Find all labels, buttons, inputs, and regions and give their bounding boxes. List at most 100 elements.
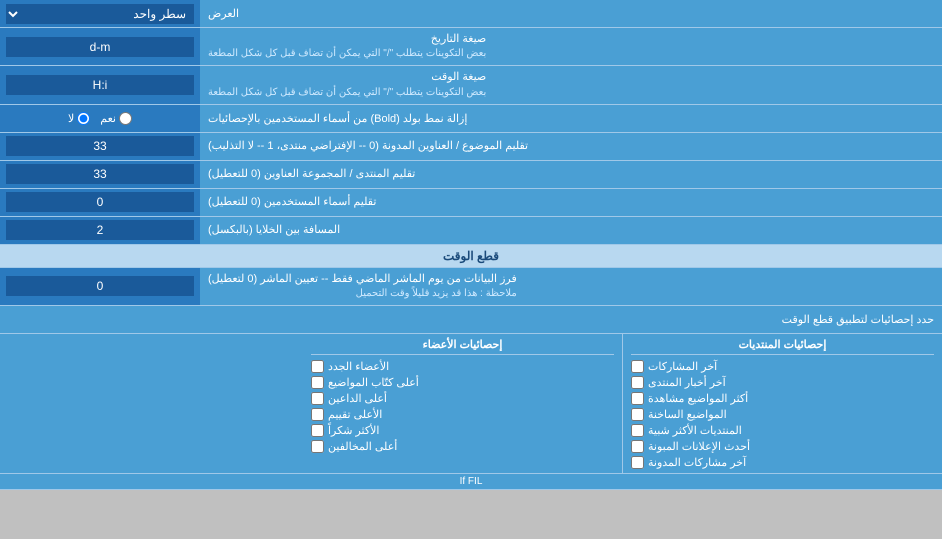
limit-label-text: حدد إحصائيات لتطبيق قطع الوقت xyxy=(782,314,934,326)
filter-note-text: If FIL xyxy=(460,476,483,487)
forum-align-input[interactable] xyxy=(6,164,194,184)
time-format-row: صيغة الوقت بعض التكوينات يتطلب "/" التي … xyxy=(0,66,942,104)
cell-spacing-title: المسافة بين الخلايا (بالبكسل) xyxy=(208,223,340,238)
checkbox-top-rated[interactable] xyxy=(311,408,324,421)
checkbox-new-members[interactable] xyxy=(311,360,324,373)
empty-right xyxy=(0,334,303,473)
filter-note: If FIL xyxy=(0,474,942,490)
checkbox-item-top-writers: أعلى كتّاب المواضيع xyxy=(311,376,614,389)
checkboxes-grid: إحصائيات المنتديات آخر المشاركات آخر أخب… xyxy=(0,334,942,474)
bold-remove-label: إزالة نمط بولد (Bold) من أسماء المستخدمي… xyxy=(200,105,942,132)
bold-remove-input: نعم لا xyxy=(0,105,200,132)
time-format-input-container xyxy=(0,66,200,103)
usernames-align-title: تقليم أسماء المستخدمين (0 للتعطيل) xyxy=(208,195,376,210)
checkbox-label-most-viewed: أكثر المواضيع مشاهدة xyxy=(648,392,748,405)
usernames-align-input-container xyxy=(0,189,200,216)
time-cut-input-container xyxy=(0,268,200,305)
forum-align-input-container xyxy=(0,161,200,188)
limit-label: حدد إحصائيات لتطبيق قطع الوقت xyxy=(0,309,942,330)
forum-align-row: تقليم المنتدى / المجموعة العناوين (0 للت… xyxy=(0,161,942,189)
time-cut-label: فرز البيانات من يوم الماشر الماضي فقط --… xyxy=(200,268,942,305)
usernames-align-label: تقليم أسماء المستخدمين (0 للتعطيل) xyxy=(200,189,942,216)
checkbox-label-most-similar: المنتديات الأكثر شبية xyxy=(648,424,742,437)
forum-stats-header: إحصائيات المنتديات xyxy=(631,338,934,355)
checkbox-label-hot-topics: المواضيع الساخنة xyxy=(648,408,727,421)
member-stats-col: إحصائيات الأعضاء الأعضاء الجدد أعلى كتّا… xyxy=(303,334,623,473)
member-stats-header: إحصائيات الأعضاء xyxy=(311,338,614,355)
bold-remove-title: إزالة نمط بولد (Bold) من أسماء المستخدمي… xyxy=(208,112,467,125)
subject-align-input[interactable] xyxy=(6,136,194,156)
time-cut-section-header: قطع الوقت xyxy=(0,245,942,268)
checkbox-blog-posts[interactable] xyxy=(631,456,644,469)
subject-align-label: تقليم الموضوع / العناوين المدونة (0 -- ا… xyxy=(200,133,942,160)
checkbox-top-inviters[interactable] xyxy=(311,392,324,405)
cell-spacing-label: المسافة بين الخلايا (بالبكسل) xyxy=(200,217,942,244)
checkbox-item-top-violators: أعلى المخالفين xyxy=(311,440,614,453)
display-header-row: العرض سطر واحد سطرين ثلاثة أسطر xyxy=(0,0,942,28)
display-label: العرض xyxy=(200,0,942,27)
bold-yes-text: نعم xyxy=(100,112,116,125)
time-cut-row-sublabel: ملاحظة : هذا قد يزيد قليلاً وقت التحميل xyxy=(208,287,517,301)
subject-align-title: تقليم الموضوع / العناوين المدونة (0 -- ا… xyxy=(208,139,528,154)
checkbox-most-similar[interactable] xyxy=(631,424,644,437)
checkbox-item-top-rated: الأعلى تقييم xyxy=(311,408,614,421)
date-format-sublabel: بعض التكوينات يتطلب "/" التي يمكن أن تضا… xyxy=(208,47,486,61)
checkbox-item-last-posts: آخر المشاركات xyxy=(631,360,934,373)
cell-spacing-input-container xyxy=(0,217,200,244)
usernames-align-input[interactable] xyxy=(6,192,194,212)
usernames-align-row: تقليم أسماء المستخدمين (0 للتعطيل) xyxy=(0,189,942,217)
bold-no-radio[interactable] xyxy=(77,112,90,125)
checkbox-label-forum-news: آخر أخبار المنتدى xyxy=(648,376,726,389)
checkbox-item-most-viewed: أكثر المواضيع مشاهدة xyxy=(631,392,934,405)
bold-no-text: لا xyxy=(68,112,74,125)
checkbox-label-most-thanks: الأكثر شكراً xyxy=(328,424,379,437)
checkbox-last-posts[interactable] xyxy=(631,360,644,373)
date-format-title: صيغة التاريخ xyxy=(208,32,486,47)
forum-align-title: تقليم المنتدى / المجموعة العناوين (0 للت… xyxy=(208,167,415,182)
checkbox-label-new-members: الأعضاء الجدد xyxy=(328,360,389,373)
subject-align-input-container xyxy=(0,133,200,160)
bold-yes-radio[interactable] xyxy=(119,112,132,125)
checkbox-item-blog-posts: آخر مشاركات المدونة xyxy=(631,456,934,469)
subject-align-row: تقليم الموضوع / العناوين المدونة (0 -- ا… xyxy=(0,133,942,161)
date-format-label: صيغة التاريخ بعض التكوينات يتطلب "/" الت… xyxy=(200,28,942,65)
checkbox-forum-news[interactable] xyxy=(631,376,644,389)
forum-stats-col: إحصائيات المنتديات آخر المشاركات آخر أخب… xyxy=(623,334,942,473)
limit-row: حدد إحصائيات لتطبيق قطع الوقت xyxy=(0,306,942,334)
display-title-text: العرض xyxy=(208,7,239,20)
checkbox-item-forum-news: آخر أخبار المنتدى xyxy=(631,376,934,389)
bold-no-label[interactable]: لا xyxy=(68,112,90,125)
checkbox-item-latest-announcements: أحدث الإعلانات المبونة xyxy=(631,440,934,453)
checkbox-label-top-inviters: أعلى الداعين xyxy=(328,392,387,405)
checkbox-label-blog-posts: آخر مشاركات المدونة xyxy=(648,456,746,469)
checkbox-most-thanks[interactable] xyxy=(311,424,324,437)
date-format-input-container xyxy=(0,28,200,65)
bold-remove-row: إزالة نمط بولد (Bold) من أسماء المستخدمي… xyxy=(0,105,942,133)
date-format-row: صيغة التاريخ بعض التكوينات يتطلب "/" الت… xyxy=(0,28,942,66)
checkbox-label-latest-announcements: أحدث الإعلانات المبونة xyxy=(648,440,750,453)
time-cut-input[interactable] xyxy=(6,276,194,296)
checkbox-label-top-writers: أعلى كتّاب المواضيع xyxy=(328,376,419,389)
cell-spacing-input[interactable] xyxy=(6,220,194,240)
checkbox-label-last-posts: آخر المشاركات xyxy=(648,360,717,373)
time-format-sublabel: بعض التكوينات يتطلب "/" التي يمكن أن تضا… xyxy=(208,86,486,100)
bold-yes-label[interactable]: نعم xyxy=(100,112,132,125)
cell-spacing-row: المسافة بين الخلايا (بالبكسل) xyxy=(0,217,942,245)
checkbox-top-writers[interactable] xyxy=(311,376,324,389)
checkbox-hot-topics[interactable] xyxy=(631,408,644,421)
checkbox-item-most-thanks: الأكثر شكراً xyxy=(311,424,614,437)
checkbox-most-viewed[interactable] xyxy=(631,392,644,405)
checkbox-label-top-rated: الأعلى تقييم xyxy=(328,408,382,421)
display-dropdown[interactable]: سطر واحد سطرين ثلاثة أسطر xyxy=(6,4,194,24)
time-cut-row-title: فرز البيانات من يوم الماشر الماضي فقط --… xyxy=(208,272,517,287)
time-format-input[interactable] xyxy=(6,75,194,95)
date-format-input[interactable] xyxy=(6,37,194,57)
checkbox-item-hot-topics: المواضيع الساخنة xyxy=(631,408,934,421)
time-cut-title: قطع الوقت xyxy=(443,249,499,263)
checkbox-latest-announcements[interactable] xyxy=(631,440,644,453)
checkbox-top-violators[interactable] xyxy=(311,440,324,453)
time-format-label: صيغة الوقت بعض التكوينات يتطلب "/" التي … xyxy=(200,66,942,103)
display-dropdown-container: سطر واحد سطرين ثلاثة أسطر xyxy=(0,0,200,27)
time-cut-row: فرز البيانات من يوم الماشر الماضي فقط --… xyxy=(0,268,942,306)
forum-align-label: تقليم المنتدى / المجموعة العناوين (0 للت… xyxy=(200,161,942,188)
